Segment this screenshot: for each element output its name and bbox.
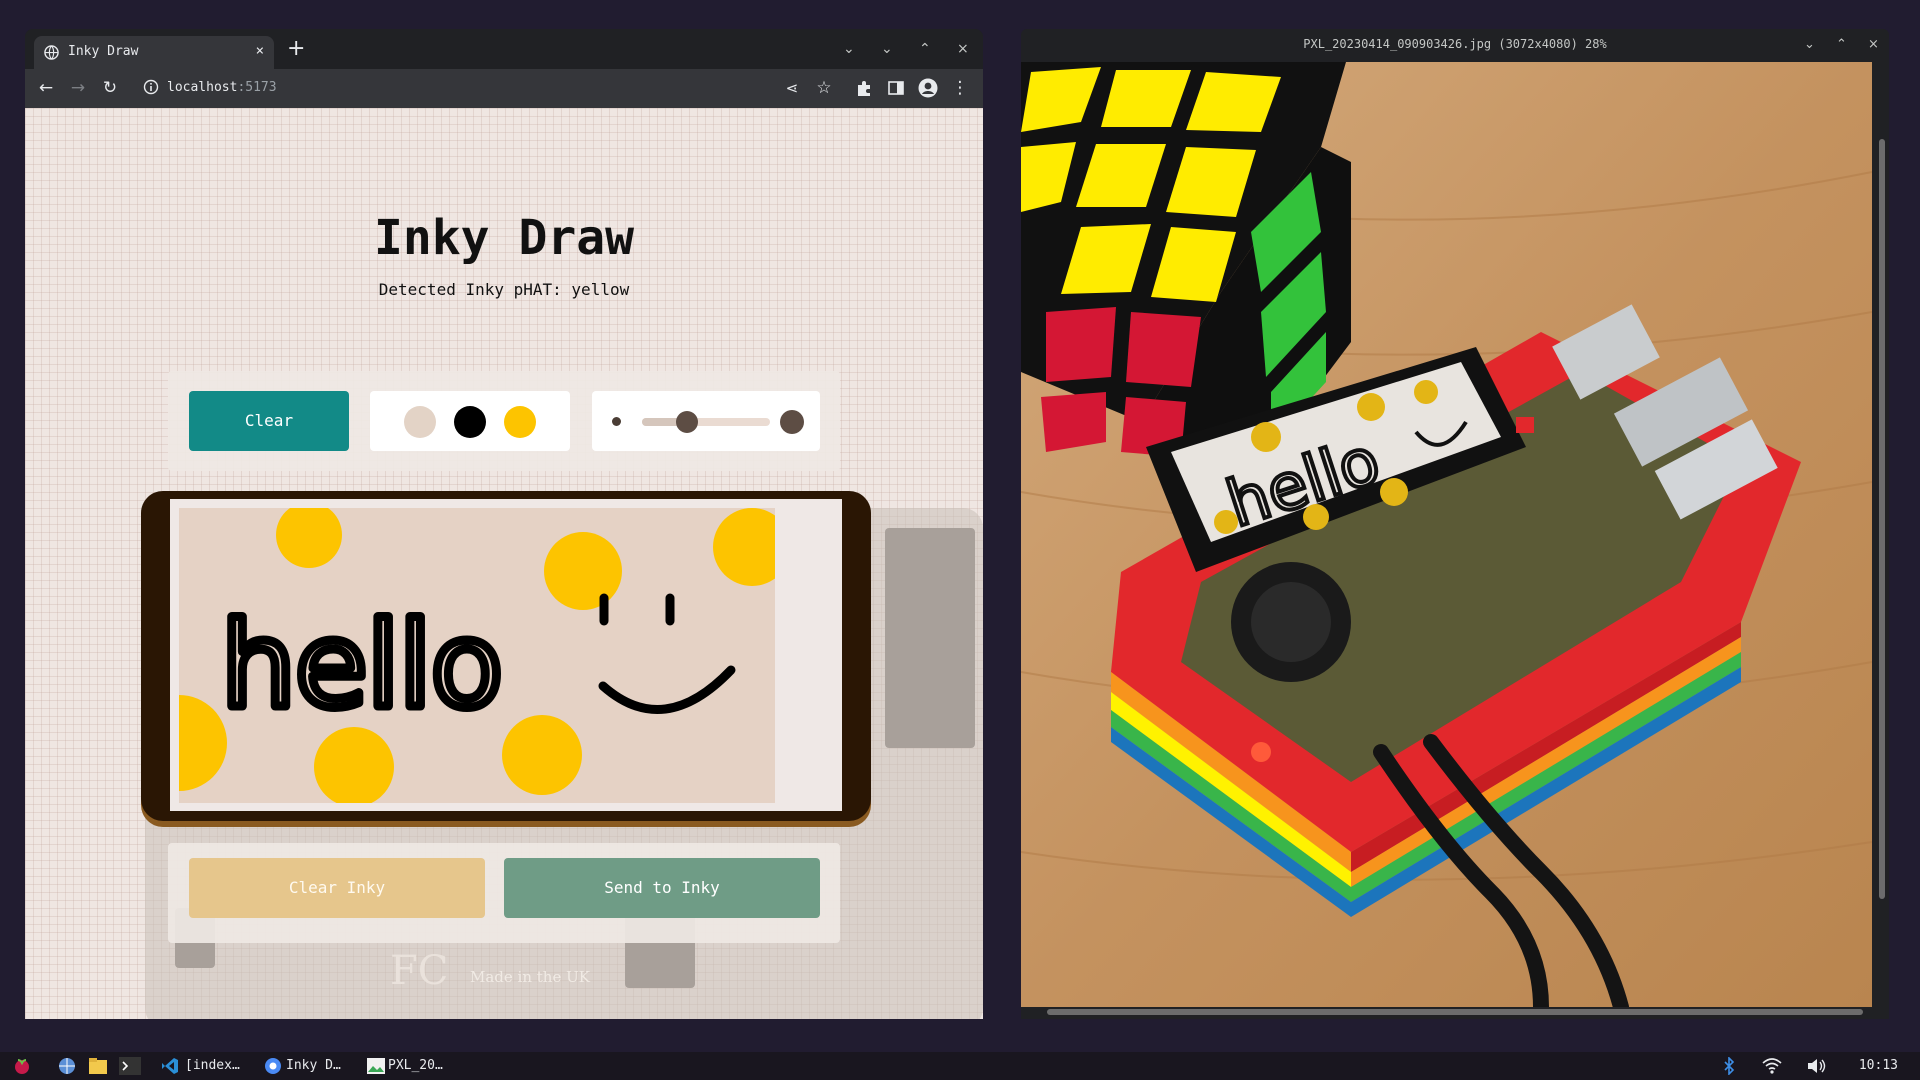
- background-chip: [885, 528, 975, 748]
- browser-window: Inky Draw × + ⌄ ⌄ ⌃ × ← → ↻ localhost:51…: [25, 29, 983, 1019]
- menu-kebab-icon[interactable]: ⋮: [951, 79, 969, 97]
- close-window-icon[interactable]: ×: [957, 41, 969, 57]
- file-manager-icon[interactable]: [88, 1057, 108, 1075]
- side-panel-icon[interactable]: [887, 79, 905, 97]
- color-palette: [370, 391, 570, 451]
- viewer-title: PXL_20230414_090903426.jpg (3072x4080) 2…: [1303, 37, 1607, 51]
- small-brush-icon: [612, 417, 621, 426]
- yellow-dot: [179, 695, 227, 791]
- tab-close-icon[interactable]: ×: [256, 43, 264, 59]
- swatch-yellow[interactable]: [504, 406, 536, 438]
- minimize-icon[interactable]: ⌄: [1804, 37, 1815, 52]
- terminal-icon[interactable]: [119, 1057, 141, 1075]
- drawing-canvas[interactable]: hello: [179, 508, 775, 803]
- maximize-icon[interactable]: ⌃: [919, 41, 931, 57]
- vscode-icon[interactable]: [161, 1057, 179, 1075]
- tab-strip: Inky Draw × + ⌄ ⌄ ⌃ ×: [25, 29, 983, 69]
- tab-inky-draw[interactable]: Inky Draw ×: [34, 36, 274, 69]
- detected-device-text: Detected Inky pHAT: yellow: [378, 280, 630, 299]
- horizontal-scrollbar[interactable]: [1047, 1009, 1863, 1015]
- yellow-dot: [276, 508, 342, 568]
- photo-svg: hello: [1021, 62, 1872, 1007]
- slider-thumb[interactable]: [675, 411, 698, 433]
- info-icon[interactable]: [143, 79, 159, 95]
- profile-avatar-icon[interactable]: [918, 78, 938, 98]
- fc-mark: FC: [390, 948, 449, 994]
- forward-icon[interactable]: →: [69, 79, 87, 97]
- taskbar-item-image-viewer[interactable]: PXL_20…: [388, 1058, 443, 1073]
- bookmark-star-icon[interactable]: ☆: [815, 79, 833, 97]
- new-tab-button[interactable]: +: [287, 38, 305, 60]
- smiley-mouth: [598, 665, 736, 714]
- volume-icon[interactable]: [1806, 1057, 1826, 1075]
- drawn-text: hello: [221, 596, 503, 734]
- brush-size-control: [592, 391, 820, 451]
- share-icon[interactable]: ⋖: [783, 79, 801, 97]
- clear-button[interactable]: Clear: [189, 391, 349, 451]
- url-port: :5173: [237, 80, 277, 95]
- yellow-dot: [502, 715, 582, 795]
- made-in-uk-text: Made in the UK: [470, 968, 590, 986]
- page-viewport: FC Made in the UK Inky Draw Detected Ink…: [25, 108, 983, 1019]
- url-host: localhost: [167, 80, 238, 95]
- tab-title: Inky Draw: [68, 44, 139, 59]
- minimize-icon[interactable]: ⌄: [881, 41, 893, 57]
- raspberry-menu-icon[interactable]: [12, 1056, 32, 1076]
- photo-image: hello: [1021, 62, 1872, 1007]
- extensions-icon[interactable]: [855, 79, 873, 97]
- globe-icon: [44, 45, 59, 60]
- page-title: Inky Draw: [373, 210, 635, 266]
- large-brush-icon: [780, 410, 804, 434]
- taskbar: [index… Inky D… PXL_20… 10:13: [0, 1052, 1920, 1080]
- reload-icon[interactable]: ↻: [101, 79, 119, 97]
- wifi-icon[interactable]: [1762, 1057, 1782, 1075]
- clear-inky-button[interactable]: Clear Inky: [189, 858, 485, 918]
- back-icon[interactable]: ←: [37, 79, 55, 97]
- clock: 10:13: [1858, 1058, 1898, 1073]
- yellow-dot: [314, 727, 394, 803]
- vertical-scrollbar[interactable]: [1879, 139, 1885, 899]
- bluetooth-icon[interactable]: [1722, 1057, 1736, 1075]
- address-bar[interactable]: localhost:5173: [167, 80, 277, 95]
- smiley-face: [598, 593, 736, 714]
- taskbar-item-inky-draw[interactable]: Inky D…: [286, 1058, 341, 1073]
- browser-toolbar: ← → ↻ localhost:5173 ⋖ ☆ ⋮: [25, 69, 983, 108]
- yellow-dot: [544, 532, 622, 610]
- swatch-black[interactable]: [454, 406, 486, 438]
- taskbar-item-vscode[interactable]: [index…: [185, 1058, 240, 1073]
- send-to-inky-button[interactable]: Send to Inky: [504, 858, 820, 918]
- close-window-icon[interactable]: ×: [1868, 37, 1879, 52]
- chromium-icon[interactable]: [264, 1057, 282, 1075]
- brush-size-slider[interactable]: [642, 411, 770, 433]
- tab-search-icon[interactable]: ⌄: [843, 41, 855, 57]
- swatch-background[interactable]: [404, 406, 436, 438]
- image-viewer-icon[interactable]: [366, 1057, 386, 1075]
- yellow-dot: [713, 508, 775, 586]
- maximize-icon[interactable]: ⌃: [1836, 37, 1847, 52]
- web-browser-launcher-icon[interactable]: [58, 1057, 76, 1075]
- drawing-svg: hello: [179, 508, 775, 803]
- image-viewer-window: PXL_20230414_090903426.jpg (3072x4080) 2…: [1021, 29, 1889, 1019]
